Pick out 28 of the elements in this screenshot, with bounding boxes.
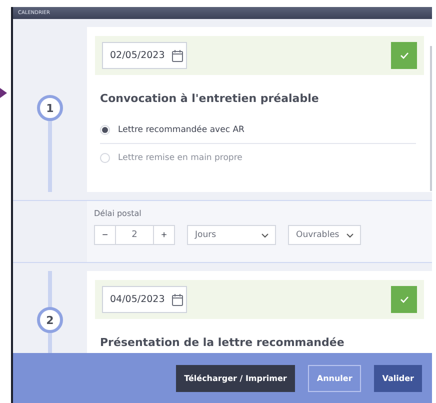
field-label: Délai postal [94,209,142,218]
date-field[interactable]: 02/05/2023 [102,42,187,69]
option-label: Lettre recommandée avec AR [118,125,244,135]
check-icon [400,52,408,59]
radio-option[interactable]: Lettre recommandée avec AR [100,117,416,144]
step-number: 1 [37,95,63,121]
check-button[interactable] [391,286,417,313]
number-stepper[interactable]: − 2 + [94,225,175,245]
calendar-icon[interactable] [172,50,183,62]
date-field[interactable]: 04/05/2023 [102,286,187,313]
validate-button[interactable]: Valider [374,364,422,392]
scrollbar[interactable] [430,46,432,191]
radio-button[interactable] [100,152,110,162]
option-label: Lettre remise en main propre [118,152,242,162]
chevron-down-icon [261,232,269,238]
step-title: Convocation à l'entretien préalable [100,92,320,105]
check-button[interactable] [391,42,417,69]
step-number: 2 [37,307,63,333]
calendar-icon[interactable] [172,294,183,306]
step-title: Présentation de la lettre recommandée [100,336,346,349]
day-type-dropdown[interactable]: Ouvrables [288,225,361,245]
arrow-icon [0,88,7,98]
chevron-down-icon [346,232,354,238]
unit-dropdown[interactable]: Jours [187,225,276,245]
check-icon [400,296,408,303]
number-input[interactable]: 2 [115,226,154,244]
download-button[interactable]: Télécharger / Imprimer [176,364,295,392]
radio-button[interactable] [100,125,110,135]
